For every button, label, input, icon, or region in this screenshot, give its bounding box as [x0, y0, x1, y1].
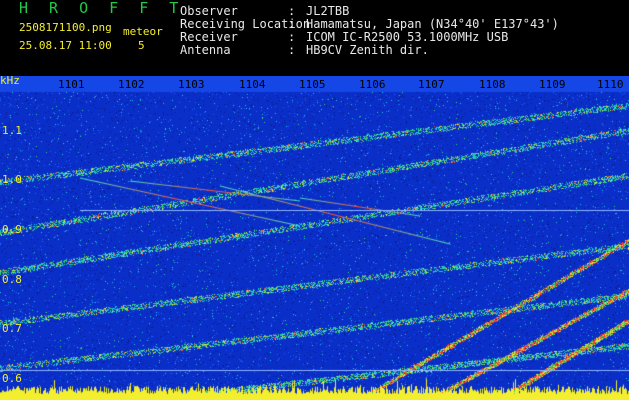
location-separator: : [288, 17, 296, 31]
observer-value: JL2TBB [306, 4, 350, 18]
location-value: Hamamatsu, Japan (N34°40' E137°43') [306, 17, 559, 31]
x-tick: 1102 [118, 78, 145, 91]
y-tick: 0.7 [2, 322, 22, 335]
x-tick: 1101 [58, 78, 85, 91]
x-tick: 1109 [539, 78, 566, 91]
observer-label: Observer [180, 4, 238, 18]
header-panel: H R O F F T 2508171100.png 25.08.17 11:0… [0, 0, 629, 74]
x-tick: 1105 [299, 78, 326, 91]
y-tick: 1.1 [2, 124, 22, 137]
y-tick: 0.8 [2, 273, 22, 286]
spectrogram [0, 76, 629, 400]
x-tick: 1107 [418, 78, 445, 91]
y-tick: 0.9 [2, 223, 22, 236]
meteor-label: meteor [123, 25, 163, 38]
file-name: 2508171100.png [19, 21, 112, 34]
antenna-separator: : [288, 43, 296, 57]
x-tick: 1106 [359, 78, 386, 91]
x-tick: 1108 [479, 78, 506, 91]
observer-separator: : [288, 4, 296, 18]
receiver-label: Receiver [180, 30, 238, 44]
app-title: H R O F F T [19, 0, 185, 17]
y-axis-unit: kHz [0, 74, 20, 87]
y-tick: 1.0 [2, 173, 22, 186]
y-tick: 0.6 [2, 372, 22, 385]
antenna-value: HB9CV Zenith dir. [306, 43, 429, 57]
x-tick: 1104 [239, 78, 266, 91]
x-tick: 1103 [178, 78, 205, 91]
receiver-value: ICOM IC-R2500 53.1000MHz USB [306, 30, 509, 44]
x-tick: 1110 [597, 78, 624, 91]
date-time: 25.08.17 11:00 [19, 39, 112, 52]
meteor-count: 5 [138, 39, 145, 52]
receiver-separator: : [288, 30, 296, 44]
antenna-label: Antenna [180, 43, 231, 57]
